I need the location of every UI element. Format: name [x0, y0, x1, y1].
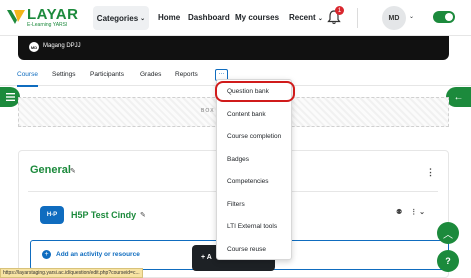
notification-badge: 1 — [335, 6, 344, 15]
menu-item-competencies[interactable]: Competencies — [227, 178, 269, 185]
edit-mode-toggle[interactable] — [433, 11, 455, 23]
edit-pencil-icon[interactable]: ✎ — [140, 211, 146, 219]
more-menu-dropdown — [216, 79, 292, 260]
menu-item-content-bank[interactable]: Content bank — [227, 111, 266, 118]
add-block-label: + A — [201, 254, 212, 261]
nav-my-courses[interactable]: My courses — [235, 13, 279, 22]
activity-actions-icon[interactable]: ⋮ ⌄ — [410, 209, 425, 216]
chevron-down-icon: ⌄ — [140, 15, 146, 22]
logo-icon — [7, 10, 25, 24]
plus-icon: + — [42, 250, 51, 259]
menu-item-lti-external-tools[interactable]: LTI External tools — [227, 223, 277, 230]
top-navbar: LAYAR E-Learning YARSI Categories ⌄ Home… — [0, 0, 471, 36]
activity-name[interactable]: H5P Test Cindy — [71, 210, 136, 220]
tab-grades[interactable]: Grades — [140, 71, 161, 78]
menu-item-course-completion[interactable]: Course completion — [227, 133, 281, 140]
activity-tools: ⚉ ⋮ ⌄ — [396, 208, 425, 216]
section-title[interactable]: General — [30, 164, 71, 176]
block-drawer-button[interactable]: ← — [446, 87, 471, 107]
categories-menu[interactable]: Categories ⌄ — [93, 6, 149, 30]
nav-recent[interactable]: Recent ⌄ — [289, 13, 323, 22]
status-url: https://layarstaging.yarsi.ac.id/questio… — [0, 268, 143, 278]
banner-user-name: Magang DPJJ — [43, 43, 81, 49]
course-header-banner: MD Magang DPJJ — [18, 36, 449, 60]
chevron-down-icon[interactable]: ⌄ — [409, 13, 414, 20]
recent-label: Recent — [289, 13, 316, 22]
scroll-top-button[interactable]: ︿ — [437, 222, 459, 244]
menu-item-filters[interactable]: Filters — [227, 201, 245, 208]
user-avatar[interactable]: MD — [382, 6, 406, 30]
nav-home[interactable]: Home — [158, 13, 180, 22]
brand-subtitle: E-Learning YARSI — [27, 22, 68, 28]
group-icon[interactable]: ⚉ — [396, 209, 402, 216]
arrow-left-icon: ← — [453, 91, 464, 103]
tab-settings[interactable]: Settings — [52, 71, 76, 78]
tab-reports[interactable]: Reports — [175, 71, 198, 78]
course-index-button[interactable] — [0, 87, 20, 107]
chevron-down-icon: ⌄ — [317, 16, 323, 22]
brand-logo[interactable]: LAYAR E-Learning YARSI — [5, 5, 79, 29]
banner-avatar: MD — [29, 42, 39, 52]
nav-divider — [357, 8, 358, 28]
menu-item-badges[interactable]: Badges — [227, 156, 249, 163]
block-placeholder-label: BOX — [201, 108, 215, 114]
menu-icon — [5, 93, 15, 101]
tab-course[interactable]: Course — [17, 71, 38, 78]
h5p-icon: H-P — [40, 206, 64, 224]
question-icon: ? — [445, 256, 451, 266]
categories-label: Categories — [96, 13, 139, 23]
nav-dashboard[interactable]: Dashboard — [188, 13, 230, 22]
menu-item-course-reuse[interactable]: Course reuse — [227, 246, 266, 253]
toggle-knob — [445, 13, 453, 21]
active-tab-indicator — [17, 85, 38, 87]
tab-participants[interactable]: Participants — [90, 71, 124, 78]
question-bank-highlight — [215, 81, 295, 102]
help-button[interactable]: ? — [437, 250, 459, 272]
brand-title: LAYAR — [27, 6, 79, 23]
edit-pencil-icon[interactable]: ✎ — [70, 167, 76, 175]
section-actions-icon[interactable]: ⋮ — [426, 167, 435, 178]
chevron-up-icon: ︿ — [443, 229, 453, 241]
add-activity-label[interactable]: Add an activity or resource — [56, 251, 140, 258]
